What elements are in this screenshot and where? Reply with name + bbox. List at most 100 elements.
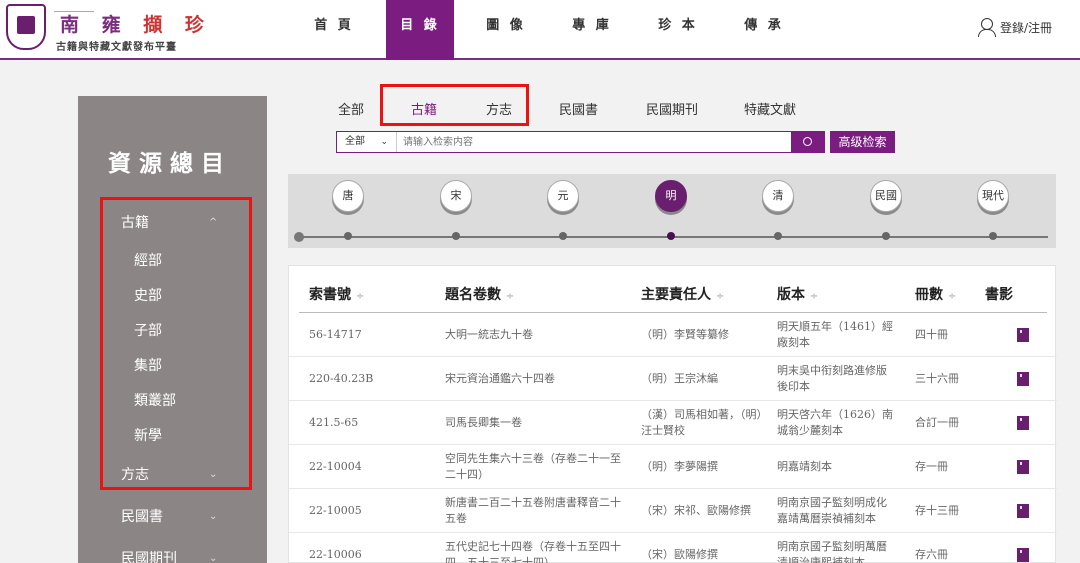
table-row[interactable]: 220-40.23B 宋元資治通鑑六十四卷 （明）王宗沐編 明末吳中衔刻路進修版… xyxy=(289,357,1057,401)
brand-title-main: 南 雍 xyxy=(60,14,144,36)
cell-book-image[interactable] xyxy=(1017,445,1037,489)
table-row[interactable]: 22-10006 五代史記七十四卷（存卷十五至四十四、五十三至七十四） （宋）歐… xyxy=(289,533,1057,563)
dynasty-xiandai[interactable]: 現代 xyxy=(977,180,1009,212)
sidebar-item-label: 類叢部 xyxy=(134,393,176,409)
sidebar-item-label: 民國期刊 xyxy=(121,551,177,563)
cell-volumes: 存一冊 xyxy=(915,460,948,474)
timeline-dot xyxy=(882,232,890,240)
sidebar-item-label: 民國書 xyxy=(121,509,163,525)
dynasty-timeline: 唐 宋 元 明 清 民國 現代 xyxy=(288,174,1056,248)
nav-heritage[interactable]: 傳 承 xyxy=(730,0,798,60)
sidebar-item-leicongbu[interactable]: 類叢部 xyxy=(78,384,267,419)
book-icon[interactable] xyxy=(1017,328,1029,342)
dynasty-song[interactable]: 宋 xyxy=(440,180,472,212)
dynasty-qing[interactable]: 清 xyxy=(762,180,794,212)
chevron-down-icon: ⌄ xyxy=(209,511,218,522)
sidebar-item-fangzhi[interactable]: 方志 ⌄ xyxy=(78,454,267,496)
th-title[interactable]: 題名卷數 ÷ xyxy=(445,284,514,304)
tab-minguoshu[interactable]: 民國書 xyxy=(559,99,598,118)
cell-book-image[interactable] xyxy=(1017,357,1037,401)
th-call-number[interactable]: 索書號 ÷ xyxy=(309,284,364,304)
cell-title: 五代史記七十四卷（存卷十五至四十四、五十三至七十四） xyxy=(445,540,621,563)
timeline-dot xyxy=(452,232,460,240)
cell-edition: 明南京國子監刻明成化嘉靖萬曆崇禎補刻本 xyxy=(777,496,887,525)
th-edition[interactable]: 版本 ÷ xyxy=(777,284,818,304)
table-row[interactable]: 421.5-65 司馬長卿集一卷 （漢）司馬相如著，（明）汪士賢校 明天啓六年（… xyxy=(289,401,1057,445)
cell-call-number: 22-10004 xyxy=(309,460,362,474)
cell-edition: 明末吳中衔刻路進修版後印本 xyxy=(777,364,887,393)
cell-book-image[interactable] xyxy=(1017,401,1037,445)
cell-title: 大明一統志九十卷 xyxy=(445,328,533,342)
th-label: 主要責任人 xyxy=(641,287,711,303)
brand-title-seal: 擷 珍 xyxy=(143,14,212,36)
cell-author: （漢）司馬相如著，（明）汪士賢校 xyxy=(641,408,762,437)
cell-volumes: 合訂一冊 xyxy=(915,416,959,430)
table-row[interactable]: 22-10005 新唐書二百二十五卷附唐書釋音二十五卷 （宋）宋祁、歐陽修撰 明… xyxy=(289,489,1057,533)
cell-book-image[interactable] xyxy=(1017,489,1037,533)
cell-edition: 明天順五年（1461）經廠刻本 xyxy=(777,320,893,349)
dynasty-minguo[interactable]: 民國 xyxy=(870,180,902,212)
tab-minguoqikan[interactable]: 民國期刊 xyxy=(646,99,698,118)
cell-title: 司馬長卿集一卷 xyxy=(445,416,522,430)
cell-book-image[interactable] xyxy=(1017,313,1037,357)
user-icon xyxy=(977,18,996,37)
tab-tecang[interactable]: 特藏文獻 xyxy=(744,99,796,118)
dynasty-ming[interactable]: 明 xyxy=(655,180,687,212)
tab-all[interactable]: 全部 xyxy=(338,99,364,118)
table-row[interactable]: 22-10004 空同先生集六十三卷（存卷二十一至二十四） （明）李夢陽撰 明嘉… xyxy=(289,445,1057,489)
book-icon[interactable] xyxy=(1017,460,1029,474)
tab-guji[interactable]: 古籍 xyxy=(411,99,437,118)
sidebar-item-jingbu[interactable]: 經部 xyxy=(78,244,267,279)
sidebar-item-zibu[interactable]: 子部 xyxy=(78,314,267,349)
cell-book-image[interactable] xyxy=(1017,533,1037,563)
book-icon[interactable] xyxy=(1017,416,1029,430)
nav-catalog[interactable]: 目 錄 xyxy=(386,0,454,60)
sidebar-item-label: 子部 xyxy=(134,323,162,339)
nav-images[interactable]: 圖 像 xyxy=(472,0,540,60)
sidebar-item-minguoqikan[interactable]: 民國期刊 ⌄ xyxy=(78,538,267,563)
nav-rare-books[interactable]: 珍 本 xyxy=(644,0,712,60)
book-icon[interactable] xyxy=(1017,372,1029,386)
nav-home[interactable]: 首 頁 xyxy=(300,0,368,60)
th-book-image: 書影 xyxy=(985,287,1013,303)
sidebar-item-shibu[interactable]: 史部 xyxy=(78,279,267,314)
search-button[interactable] xyxy=(791,132,824,152)
th-volumes[interactable]: 冊數 ÷ xyxy=(915,284,956,304)
cell-volumes: 四十冊 xyxy=(915,328,948,342)
cell-author: （明）李賢等纂修 xyxy=(641,328,729,342)
th-label: 題名卷數 xyxy=(445,287,501,303)
dynasty-yuan[interactable]: 元 xyxy=(547,180,579,212)
sort-icon: ÷ xyxy=(715,291,725,302)
cell-call-number: 220-40.23B xyxy=(309,372,374,386)
brand-title[interactable]: 南 雍 擷 珍 xyxy=(60,10,212,37)
sidebar-item-label: 史部 xyxy=(134,288,162,304)
dynasty-tang[interactable]: 唐 xyxy=(332,180,364,212)
tab-fangzhi[interactable]: 方志 xyxy=(486,99,512,118)
sidebar-item-jibu[interactable]: 集部 xyxy=(78,349,267,384)
table-row[interactable]: 56-14717 大明一統志九十卷 （明）李賢等纂修 明天順五年（1461）經廠… xyxy=(289,313,1057,357)
sidebar-item-minguoshu[interactable]: 民國書 ⌄ xyxy=(78,496,267,538)
chevron-up-icon: ^ xyxy=(209,217,218,228)
university-logo[interactable] xyxy=(6,4,46,50)
login-label: 登錄/注冊 xyxy=(999,20,1052,35)
timeline-dot xyxy=(774,232,782,240)
sidebar-item-xinxue[interactable]: 新學 xyxy=(78,419,267,454)
th-author[interactable]: 主要責任人 ÷ xyxy=(641,284,724,304)
cell-title: 空同先生集六十三卷（存卷二十一至二十四） xyxy=(445,452,621,481)
search-scope-select[interactable]: 全部 ⌄ xyxy=(337,132,397,152)
sidebar-item-guji[interactable]: 古籍 ^ xyxy=(78,202,267,244)
search-input[interactable] xyxy=(397,132,787,152)
sort-icon: ÷ xyxy=(809,291,819,302)
nav-special-collections[interactable]: 專 庫 xyxy=(558,0,626,60)
sort-icon: ÷ xyxy=(355,291,365,302)
chevron-down-icon: ⌄ xyxy=(209,553,218,563)
sidebar-item-label: 經部 xyxy=(134,253,162,269)
login-link[interactable]: 登錄/注冊 xyxy=(977,18,1052,37)
results-table: 索書號 ÷ 題名卷數 ÷ 主要責任人 ÷ 版本 ÷ 冊數 ÷ 書影 56-147… xyxy=(288,265,1057,563)
timeline-dot xyxy=(344,232,352,240)
sidebar-item-label: 集部 xyxy=(134,358,162,374)
book-icon[interactable] xyxy=(1017,504,1029,518)
book-icon[interactable] xyxy=(1017,548,1029,562)
advanced-search-button[interactable]: 高级检索 xyxy=(830,131,895,153)
th-label: 版本 xyxy=(777,287,805,303)
